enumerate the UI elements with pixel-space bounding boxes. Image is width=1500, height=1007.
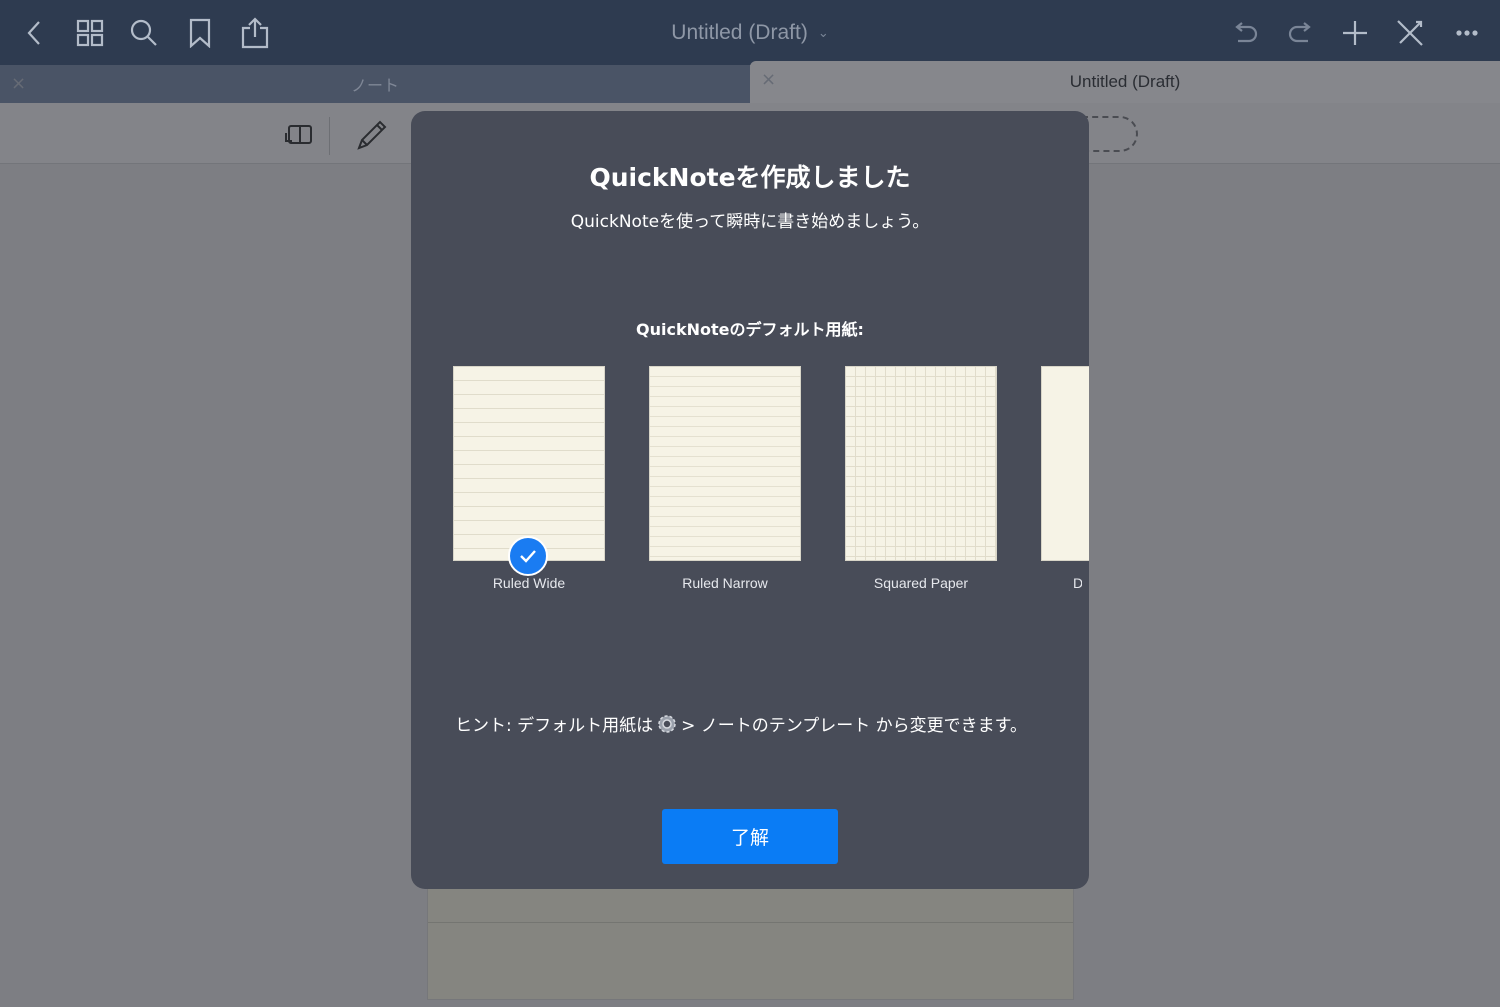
chevron-down-icon: ⌄ xyxy=(817,24,829,40)
top-navigation-bar: Untitled (Draft) ⌄ xyxy=(0,0,1500,65)
page-rule xyxy=(428,922,1073,923)
pen-icon[interactable] xyxy=(352,115,392,155)
tool-separator xyxy=(329,117,330,155)
paper-dotted[interactable] xyxy=(1042,367,1089,560)
paper-label-squared: Squared Paper xyxy=(873,575,969,591)
more-icon[interactable] xyxy=(1449,14,1485,52)
tab-untitled-draft[interactable]: × Untitled (Draft) xyxy=(750,61,1500,103)
tab-notes[interactable]: × ノート xyxy=(0,65,750,103)
document-title-text: Untitled (Draft) xyxy=(671,20,808,44)
hint-text-before: ヒント: デフォルト用紙は xyxy=(455,716,654,736)
hint-text: ヒント: デフォルト用紙は > ノートのテンプレート から変更できます。 xyxy=(455,711,1075,736)
selected-check-icon xyxy=(508,536,548,576)
tools-off-icon[interactable] xyxy=(1392,14,1428,52)
dialog-title: QuickNoteを作成しました xyxy=(589,163,911,192)
dialog-subtitle: QuickNoteを使って瞬時に書き始めましょう。 xyxy=(570,212,930,232)
reading-mode-icon[interactable] xyxy=(279,115,319,155)
note-page xyxy=(427,870,1074,1000)
paper-label-ruled-narrow: Ruled Narrow xyxy=(682,575,768,591)
lasso-icon[interactable] xyxy=(1082,116,1138,152)
document-title[interactable]: Untitled (Draft) ⌄ xyxy=(560,0,940,65)
paper-ruled-wide[interactable] xyxy=(454,367,604,560)
ok-button[interactable]: 了解 xyxy=(662,809,838,864)
paper-label-ruled-wide: Ruled Wide xyxy=(492,575,566,591)
grid-icon[interactable] xyxy=(72,14,108,52)
tab-label: ノート xyxy=(350,76,399,95)
tab-label: Untitled (Draft) xyxy=(1069,72,1181,91)
redo-icon[interactable] xyxy=(1283,14,1319,52)
undo-icon[interactable] xyxy=(1227,14,1263,52)
add-icon[interactable] xyxy=(1337,14,1373,52)
paper-ruled-narrow[interactable] xyxy=(650,367,800,560)
back-icon[interactable] xyxy=(16,14,52,52)
share-icon[interactable] xyxy=(237,14,273,52)
paper-squared[interactable] xyxy=(846,367,996,560)
quicknote-dialog: QuickNoteを作成しました QuickNoteを使って瞬時に書き始めましょ… xyxy=(411,111,1089,889)
hint-text-after: > ノートのテンプレート から変更できます。 xyxy=(681,716,1027,736)
paper-label-dotted: Do xyxy=(1073,575,1082,591)
default-paper-heading: QuickNoteのデフォルト用紙: xyxy=(636,320,864,339)
gear-icon xyxy=(655,712,679,736)
bookmark-icon[interactable] xyxy=(182,14,218,52)
search-icon[interactable] xyxy=(126,14,162,52)
